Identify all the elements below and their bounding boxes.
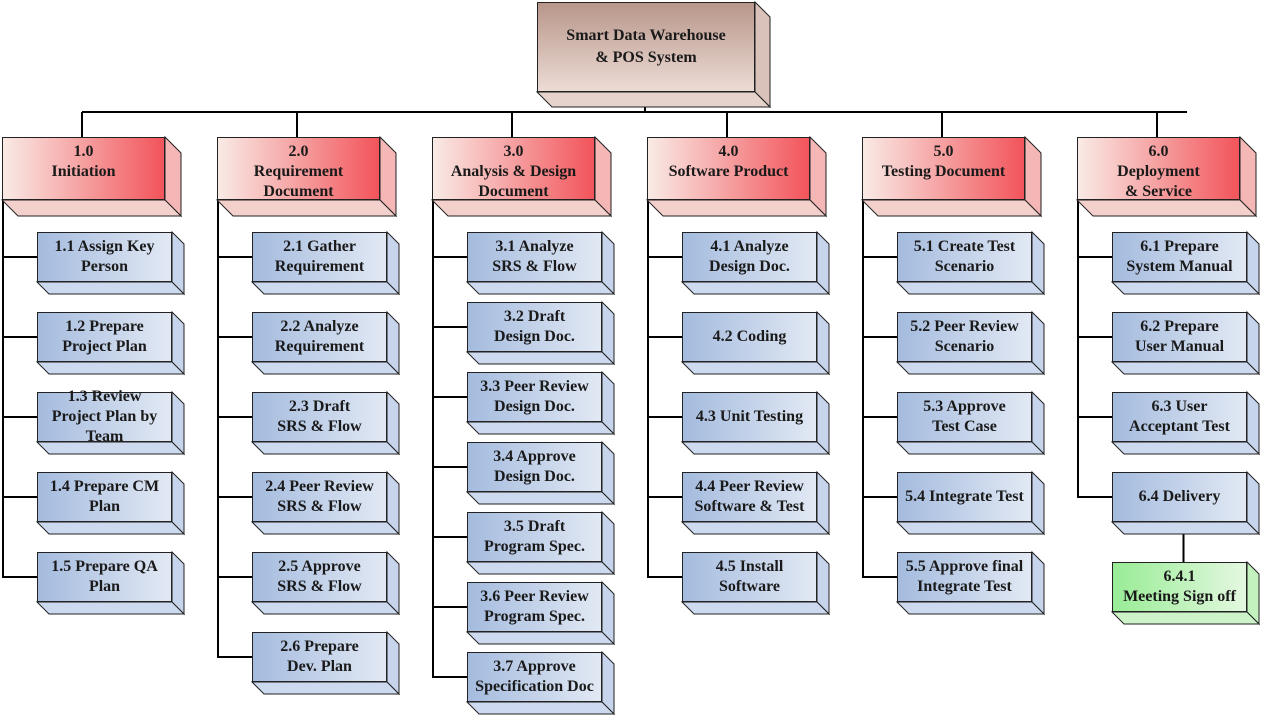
- box-label: 5.4 Integrate Test: [905, 488, 1024, 505]
- box-label: 3.1 Analyze SRS & Flow: [492, 238, 577, 275]
- box-label: Smart Data Warehouse & POS System: [566, 27, 726, 66]
- box-label: 1.4 Prepare CM Plan: [49, 478, 160, 515]
- box-label: 6.3 User Acceptant Test: [1129, 398, 1230, 435]
- task-2-2[interactable]: 2.2 Analyze Requirement: [250, 310, 401, 376]
- box-label: 5.3 Approve Test Case: [923, 398, 1006, 435]
- box-label: 2.2 Analyze Requirement: [274, 318, 365, 355]
- box-label: 2.3 Draft SRS & Flow: [277, 398, 362, 435]
- task-6-3[interactable]: 6.3 User Acceptant Test: [1110, 390, 1261, 456]
- task-5-4[interactable]: 5.4 Integrate Test: [895, 470, 1046, 536]
- task-4-1[interactable]: 4.1 Analyze Design Doc.: [680, 230, 831, 296]
- box-label: 3.0 Analysis & Design Document: [450, 143, 577, 200]
- box-label: 1.0 Initiation: [51, 143, 116, 180]
- task-1-1[interactable]: 1.1 Assign Key Person: [35, 230, 186, 296]
- box-label: 1.5 Prepare QA Plan: [51, 558, 158, 595]
- header-1[interactable]: 1.0 Initiation: [0, 135, 183, 218]
- task-6-4[interactable]: 6.4 Delivery: [1110, 470, 1261, 536]
- task-2-3[interactable]: 2.3 Draft SRS & Flow: [250, 390, 401, 456]
- box-label: 1.3 Review Project Plan by Team: [51, 388, 158, 445]
- box-label: 6.4 Delivery: [1138, 488, 1221, 505]
- box-label: 2.6 Prepare Dev. Plan: [280, 638, 359, 675]
- task-5-2[interactable]: 5.2 Peer Review Scenario: [895, 310, 1046, 376]
- box-label: 4.1 Analyze Design Doc.: [709, 238, 790, 275]
- box-label: 4.3 Unit Testing: [695, 408, 804, 425]
- box-label: 5.0 Testing Document: [881, 143, 1006, 180]
- task-1-2[interactable]: 1.2 Prepare Project Plan: [35, 310, 186, 376]
- task-1-5[interactable]: 1.5 Prepare QA Plan: [35, 550, 186, 616]
- root-node[interactable]: Smart Data Warehouse & POS System: [535, 0, 772, 109]
- header-5[interactable]: 5.0 Testing Document: [860, 135, 1043, 218]
- box-label: 4.4 Peer Review Software & Test: [694, 478, 805, 515]
- box-label: 3.2 Draft Design Doc.: [494, 308, 575, 345]
- box-label: 4.5 Install Software: [715, 558, 784, 595]
- task-1-4[interactable]: 1.4 Prepare CM Plan: [35, 470, 186, 536]
- task-1-3[interactable]: 1.3 Review Project Plan by Team: [35, 388, 186, 456]
- task-4-5[interactable]: 4.5 Install Software: [680, 550, 831, 616]
- box-label: 6.1 Prepare System Manual: [1126, 238, 1233, 275]
- box-label: 6.4.1 Meeting Sign off: [1123, 568, 1236, 605]
- box-label: 2.0 Requirement Document: [253, 143, 344, 200]
- task-3-6[interactable]: 3.6 Peer Review Program Spec.: [465, 580, 616, 646]
- box-label: 1.2 Prepare Project Plan: [62, 318, 147, 355]
- box-label: 4.2 Coding: [712, 328, 787, 345]
- box-label: 2.4 Peer Review SRS & Flow: [265, 478, 374, 515]
- box-label: 2.1 Gather Requirement: [274, 238, 365, 275]
- box-label: 5.2 Peer Review Scenario: [910, 318, 1019, 355]
- box-label: 3.7 Approve Specification Doc: [475, 658, 594, 695]
- box-label: 2.5 Approve SRS & Flow: [277, 558, 362, 595]
- wbs-diagram: Smart Data Warehouse & POS System 1.0 Ini…: [0, 0, 1265, 715]
- box-label: 1.1 Assign Key Person: [54, 238, 155, 275]
- task-6-2[interactable]: 6.2 Prepare User Manual: [1110, 310, 1261, 376]
- box-label: 4.0 Software Product: [668, 143, 789, 180]
- subtask-6-4-1[interactable]: 6.4.1 Meeting Sign off: [1110, 560, 1261, 626]
- task-4-3[interactable]: 4.3 Unit Testing: [680, 390, 831, 456]
- task-3-2[interactable]: 3.2 Draft Design Doc.: [465, 300, 616, 366]
- task-4-4[interactable]: 4.4 Peer Review Software & Test: [680, 470, 831, 536]
- task-2-5[interactable]: 2.5 Approve SRS & Flow: [250, 550, 401, 616]
- header-4[interactable]: 4.0 Software Product: [645, 135, 828, 218]
- task-2-6[interactable]: 2.6 Prepare Dev. Plan: [250, 630, 401, 696]
- task-3-3[interactable]: 3.3 Peer Review Design Doc.: [465, 370, 616, 436]
- header-3[interactable]: 3.0 Analysis & Design Document: [430, 135, 613, 218]
- box-label: 5.1 Create Test Scenario: [913, 238, 1016, 275]
- box-label: 3.3 Peer Review Design Doc.: [480, 378, 589, 415]
- task-3-7[interactable]: 3.7 Approve Specification Doc: [465, 650, 616, 715]
- task-6-1[interactable]: 6.1 Prepare System Manual: [1110, 230, 1261, 296]
- header-2[interactable]: 2.0 Requirement Document: [215, 135, 398, 218]
- task-5-1[interactable]: 5.1 Create Test Scenario: [895, 230, 1046, 296]
- box-label: 5.5 Approve final Integrate Test: [905, 558, 1024, 595]
- box-label: 3.4 Approve Design Doc.: [493, 448, 576, 485]
- task-2-4[interactable]: 2.4 Peer Review SRS & Flow: [250, 470, 401, 536]
- header-6[interactable]: 6.0 Deployment & Service: [1075, 135, 1258, 218]
- task-5-5[interactable]: 5.5 Approve final Integrate Test: [895, 550, 1046, 616]
- task-3-5[interactable]: 3.5 Draft Program Spec.: [465, 510, 616, 576]
- box-label: 6.2 Prepare User Manual: [1134, 318, 1225, 355]
- task-4-2[interactable]: 4.2 Coding: [680, 310, 831, 376]
- task-5-3[interactable]: 5.3 Approve Test Case: [895, 390, 1046, 456]
- task-2-1[interactable]: 2.1 Gather Requirement: [250, 230, 401, 296]
- box-label: 3.6 Peer Review Program Spec.: [480, 588, 589, 625]
- task-3-4[interactable]: 3.4 Approve Design Doc.: [465, 440, 616, 506]
- box-label: 6.0 Deployment & Service: [1117, 143, 1200, 200]
- box-label: 3.5 Draft Program Spec.: [483, 518, 585, 555]
- task-3-1[interactable]: 3.1 Analyze SRS & Flow: [465, 230, 616, 296]
